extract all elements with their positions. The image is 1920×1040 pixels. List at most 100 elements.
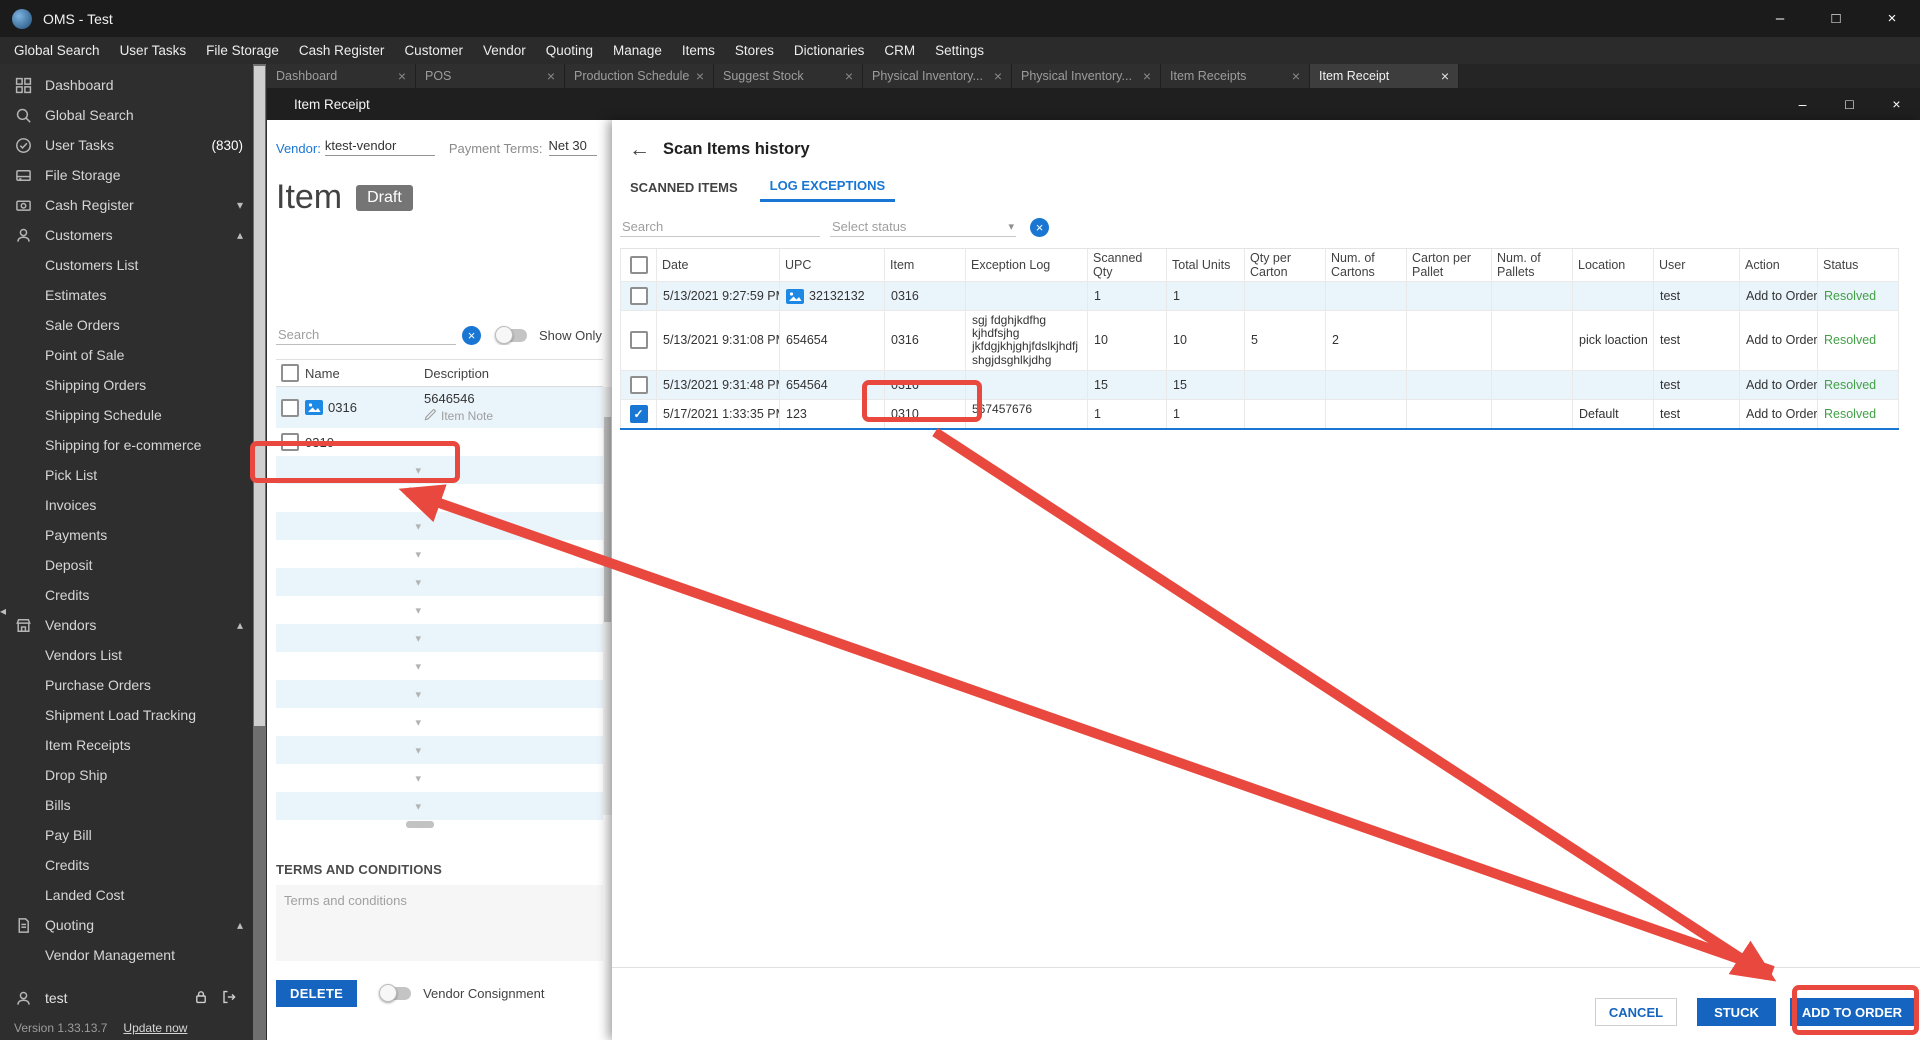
sidebar-item-shipping-schedule[interactable]: Shipping Schedule — [0, 400, 267, 430]
tab-physical-inventory-1[interactable]: Physical Inventory... × — [863, 64, 1012, 88]
sidebar-item-deposit[interactable]: Deposit — [0, 550, 267, 580]
sidebar-item-payments[interactable]: Payments — [0, 520, 267, 550]
sidebar-item-shipment-load-tracking[interactable]: Shipment Load Tracking — [0, 700, 267, 730]
sidebar-item-bills[interactable]: Bills — [0, 790, 267, 820]
sidebar-collapse-icon[interactable]: ◂ — [0, 604, 6, 618]
sidebar-item-landed-cost[interactable]: Landed Cost — [0, 880, 267, 910]
dropdown-icon[interactable]: ▾ — [415, 772, 421, 785]
select-all-checkbox[interactable] — [629, 256, 648, 274]
row-checkbox[interactable] — [629, 287, 648, 305]
vertical-scrollbar-thumb[interactable] — [604, 417, 611, 622]
chevron-up-icon[interactable]: ▴ — [237, 228, 243, 242]
row-checkbox[interactable] — [281, 433, 299, 451]
dropdown-icon[interactable]: ▾ — [415, 604, 421, 617]
dropdown-icon[interactable]: ▾ — [415, 548, 421, 561]
tab-dashboard[interactable]: Dashboard × — [267, 64, 416, 88]
tab-log-exceptions[interactable]: LOG EXCEPTIONS — [759, 172, 896, 202]
clear-filter-icon[interactable]: × — [1030, 217, 1049, 237]
lock-icon[interactable] — [193, 989, 209, 1008]
sidebar-item-vendor-management[interactable]: Vendor Management — [0, 940, 267, 970]
menu-vendor[interactable]: Vendor — [473, 37, 536, 64]
item-note-row[interactable]: Item Note — [424, 408, 603, 424]
window-minimize-button[interactable]: – — [1779, 88, 1826, 120]
tab-production-schedule[interactable]: Production Schedule × — [565, 64, 714, 88]
back-arrow-icon[interactable]: ← — [629, 139, 650, 160]
sidebar-item-user-tasks[interactable]: User Tasks (830) — [0, 130, 267, 160]
sidebar-item-shipping-orders[interactable]: Shipping Orders — [0, 370, 267, 400]
sidebar-scrollbar[interactable] — [253, 64, 266, 1040]
menu-file-storage[interactable]: File Storage — [196, 37, 289, 64]
dropdown-icon[interactable]: ▾ — [415, 688, 421, 701]
select-all-checkbox[interactable] — [281, 364, 299, 382]
horizontal-scrollbar[interactable] — [276, 820, 603, 830]
status-select[interactable]: Select status ▾ — [830, 217, 1016, 237]
exception-row-3[interactable]: 5/13/2021 9:31:48 PM 654564 0316 15 15 t… — [620, 370, 1899, 400]
row-checkbox[interactable] — [629, 331, 648, 350]
empty-item-row[interactable]: ▾ — [276, 624, 603, 652]
empty-item-row[interactable]: ▾ — [276, 540, 603, 568]
sidebar-item-vendors[interactable]: Vendors ▴ — [0, 610, 267, 640]
tab-scanned-items[interactable]: SCANNED ITEMS — [620, 172, 748, 202]
empty-item-row[interactable]: ▾ — [276, 792, 603, 820]
update-now-link[interactable]: Update now — [123, 1021, 187, 1035]
sidebar-item-sale-orders[interactable]: Sale Orders — [0, 310, 267, 340]
menu-stores[interactable]: Stores — [725, 37, 784, 64]
menu-settings[interactable]: Settings — [925, 37, 994, 64]
terms-textarea[interactable] — [276, 885, 603, 961]
sidebar-item-quoting[interactable]: Quoting ▴ — [0, 910, 267, 940]
close-icon[interactable]: × — [1441, 68, 1449, 84]
sidebar-scrollbar-thumb[interactable] — [254, 66, 265, 726]
dropdown-icon[interactable]: ▾ — [415, 800, 421, 813]
empty-item-row[interactable]: ▾ — [276, 652, 603, 680]
empty-item-row[interactable]: ▾ — [276, 708, 603, 736]
close-icon[interactable]: × — [1292, 68, 1300, 84]
window-close-button[interactable]: × — [1873, 88, 1920, 120]
dropdown-icon[interactable]: ▾ — [415, 576, 421, 589]
empty-item-row[interactable]: ▾ — [276, 512, 603, 540]
sidebar-item-cash-register[interactable]: Cash Register ▾ — [0, 190, 267, 220]
menu-global-search[interactable]: Global Search — [4, 37, 110, 64]
empty-item-row[interactable]: ▾ — [276, 568, 603, 596]
cancel-button[interactable]: CANCEL — [1594, 998, 1678, 1026]
close-icon[interactable]: × — [845, 68, 853, 84]
sidebar-item-estimates[interactable]: Estimates — [0, 280, 267, 310]
menu-cash-register[interactable]: Cash Register — [289, 37, 395, 64]
dropdown-icon[interactable]: ▾ — [415, 716, 421, 729]
close-icon[interactable]: × — [696, 68, 704, 84]
stuck-button[interactable]: STUCK — [1697, 998, 1776, 1026]
sidebar-item-dashboard[interactable]: Dashboard — [0, 70, 267, 100]
chevron-up-icon[interactable]: ▴ — [237, 618, 243, 632]
exception-row-1[interactable]: 5/13/2021 9:27:59 PM 32132132 0316 1 1 t… — [620, 282, 1899, 311]
logout-icon[interactable] — [221, 989, 237, 1008]
add-to-order-button[interactable]: ADD TO ORDER — [1789, 998, 1914, 1026]
dropdown-icon[interactable]: ▾ — [415, 660, 421, 673]
dropdown-icon[interactable]: ▾ — [415, 744, 421, 757]
tab-item-receipts[interactable]: Item Receipts × — [1161, 64, 1310, 88]
chevron-up-icon[interactable]: ▴ — [237, 918, 243, 932]
sidebar-item-purchase-orders[interactable]: Purchase Orders — [0, 670, 267, 700]
show-only-toggle[interactable] — [495, 325, 527, 344]
window-restore-button[interactable]: □ — [1826, 88, 1873, 120]
vertical-scrollbar[interactable] — [603, 387, 612, 815]
row-checkbox[interactable] — [281, 398, 299, 417]
dropdown-icon[interactable]: ▾ — [415, 492, 421, 505]
empty-item-row[interactable]: ▾ — [276, 456, 603, 484]
menu-quoting[interactable]: Quoting — [536, 37, 603, 64]
exception-row-2[interactable]: 5/13/2021 9:31:08 PM 654654 0316 sgj fdg… — [620, 311, 1899, 371]
item-row-0310[interactable]: 0310 — [276, 428, 603, 456]
dropdown-icon[interactable]: ▾ — [415, 464, 421, 477]
vendor-input[interactable] — [324, 138, 435, 156]
exception-row-4-selected[interactable]: ✓ 5/17/2021 1:33:35 PM 123 0310 56745767… — [620, 399, 1899, 430]
sidebar-item-point-of-sale[interactable]: Point of Sale — [0, 340, 267, 370]
sidebar-item-vendor-credits[interactable]: Credits — [0, 850, 267, 880]
empty-item-row[interactable]: ▾ — [276, 484, 603, 512]
sidebar-item-item-receipts[interactable]: Item Receipts — [0, 730, 267, 760]
chevron-down-icon[interactable]: ▾ — [237, 198, 243, 212]
sidebar-item-pay-bill[interactable]: Pay Bill — [0, 820, 267, 850]
sidebar-item-drop-ship[interactable]: Drop Ship — [0, 760, 267, 790]
empty-item-row[interactable]: ▾ — [276, 736, 603, 764]
item-row-0316[interactable]: 0316 5646546 Item Note — [276, 387, 603, 428]
empty-item-row[interactable]: ▾ — [276, 596, 603, 624]
row-checkbox[interactable] — [629, 375, 648, 394]
sidebar-item-customers[interactable]: Customers ▴ — [0, 220, 267, 250]
